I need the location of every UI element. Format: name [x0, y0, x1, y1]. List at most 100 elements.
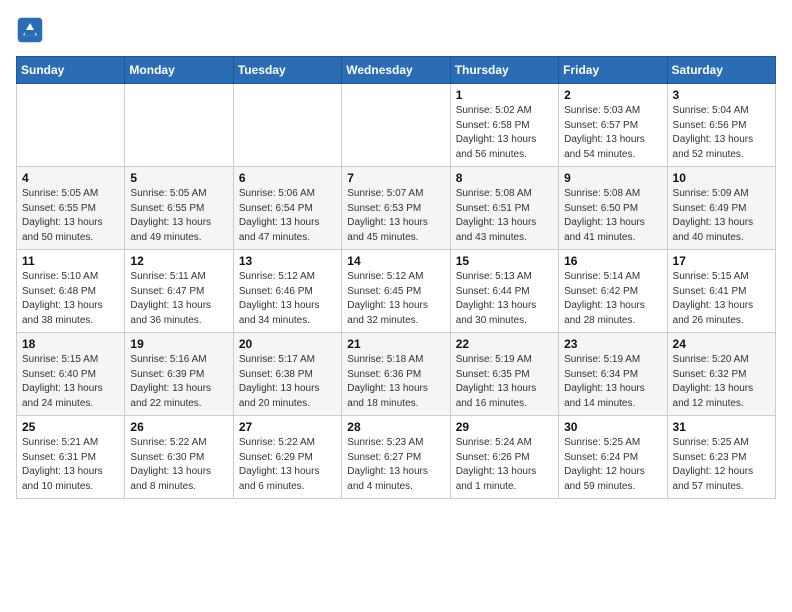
day-number: 26 [130, 420, 227, 434]
day-info: Sunrise: 5:10 AMSunset: 6:48 PMDaylight:… [22, 270, 119, 328]
calendar-cell: 5 Sunrise: 5:05 AMSunset: 6:55 PMDaylight… [125, 167, 233, 250]
day-number: 29 [456, 420, 553, 434]
day-number: 10 [673, 171, 770, 185]
calendar-cell: 14Sunrise: 5:12 AMSunset: 6:45 PMDayligh… [342, 250, 450, 333]
calendar-cell: 7Sunrise: 5:07 AMSunset: 6:53 PMDaylight… [342, 167, 450, 250]
calendar-cell: 27 Sunrise: 5:22 AMSunset: 6:29 PMDayligh… [233, 416, 341, 499]
page-header [16, 16, 776, 44]
day-info: Sunrise: 5:04 AMSunset: 6:56 PMDaylight:… [673, 104, 770, 162]
day-info: Sunrise: 5:22 AMSunset: 6:29 PMDaylight:… [239, 436, 336, 494]
day-info: Sunrise: 5:06 AMSunset: 6:54 PMDaylight:… [239, 187, 336, 245]
day-info: Sunrise: 5:05 AMSunset: 6:55 PMDaylight:… [22, 187, 119, 245]
day-info: Sunrise: 5:02 AMSunset: 6:58 PMDaylight:… [456, 104, 553, 162]
day-number: 13 [239, 254, 336, 268]
day-info: Sunrise: 5:11 AMSunset: 6:47 PMDaylight:… [130, 270, 227, 328]
calendar-cell: 16Sunrise: 5:14 AMSunset: 6:42 PMDayligh… [559, 250, 667, 333]
day-info: Sunrise: 5:14 AMSunset: 6:42 PMDaylight:… [564, 270, 661, 328]
day-number: 27 [239, 420, 336, 434]
header-sunday: Sunday [17, 57, 125, 84]
calendar-cell: 1 Sunrise: 5:02 AMSunset: 6:58 PMDaylight… [450, 84, 558, 167]
day-number: 2 [564, 88, 661, 102]
calendar-cell: 11 Sunrise: 5:10 AMSunset: 6:48 PMDayligh… [17, 250, 125, 333]
calendar-week-row: 25 Sunrise: 5:21 AMSunset: 6:31 PMDayligh… [17, 416, 776, 499]
calendar-week-row: 11 Sunrise: 5:10 AMSunset: 6:48 PMDayligh… [17, 250, 776, 333]
header-tuesday: Tuesday [233, 57, 341, 84]
day-number: 17 [673, 254, 770, 268]
calendar-week-row: 18 Sunrise: 5:15 AMSunset: 6:40 PMDayligh… [17, 333, 776, 416]
calendar-cell: 12 Sunrise: 5:11 AMSunset: 6:47 PMDayligh… [125, 250, 233, 333]
day-number: 30 [564, 420, 661, 434]
day-info: Sunrise: 5:12 AMSunset: 6:46 PMDaylight:… [239, 270, 336, 328]
calendar-cell: 3 Sunrise: 5:04 AMSunset: 6:56 PMDaylight… [667, 84, 775, 167]
day-info: Sunrise: 5:17 AMSunset: 6:38 PMDaylight:… [239, 353, 336, 411]
calendar-cell: 21Sunrise: 5:18 AMSunset: 6:36 PMDayligh… [342, 333, 450, 416]
day-number: 28 [347, 420, 444, 434]
day-info: Sunrise: 5:22 AMSunset: 6:30 PMDaylight:… [130, 436, 227, 494]
calendar-cell: 18 Sunrise: 5:15 AMSunset: 6:40 PMDayligh… [17, 333, 125, 416]
day-info: Sunrise: 5:05 AMSunset: 6:55 PMDaylight:… [130, 187, 227, 245]
calendar-week-row: 1 Sunrise: 5:02 AMSunset: 6:58 PMDaylight… [17, 84, 776, 167]
day-number: 5 [130, 171, 227, 185]
day-number: 22 [456, 337, 553, 351]
day-number: 6 [239, 171, 336, 185]
calendar-cell [342, 84, 450, 167]
day-number: 12 [130, 254, 227, 268]
day-info: Sunrise: 5:16 AMSunset: 6:39 PMDaylight:… [130, 353, 227, 411]
day-number: 21 [347, 337, 444, 351]
day-info: Sunrise: 5:24 AMSunset: 6:26 PMDaylight:… [456, 436, 553, 494]
day-number: 1 [456, 88, 553, 102]
calendar-week-row: 4 Sunrise: 5:05 AMSunset: 6:55 PMDaylight… [17, 167, 776, 250]
day-info: Sunrise: 5:23 AMSunset: 6:27 PMDaylight:… [347, 436, 444, 494]
day-info: Sunrise: 5:09 AMSunset: 6:49 PMDaylight:… [673, 187, 770, 245]
calendar-cell: 19Sunrise: 5:16 AMSunset: 6:39 PMDayligh… [125, 333, 233, 416]
day-number: 25 [22, 420, 119, 434]
calendar-cell: 9Sunrise: 5:08 AMSunset: 6:50 PMDaylight… [559, 167, 667, 250]
day-number: 3 [673, 88, 770, 102]
header-wednesday: Wednesday [342, 57, 450, 84]
calendar-cell: 30 Sunrise: 5:25 AMSunset: 6:24 PMDayligh… [559, 416, 667, 499]
day-number: 8 [456, 171, 553, 185]
calendar-cell [17, 84, 125, 167]
calendar-cell: 31 Sunrise: 5:25 AMSunset: 6:23 PMDayligh… [667, 416, 775, 499]
day-number: 7 [347, 171, 444, 185]
calendar-cell: 4 Sunrise: 5:05 AMSunset: 6:55 PMDaylight… [17, 167, 125, 250]
calendar-cell: 6 Sunrise: 5:06 AMSunset: 6:54 PMDaylight… [233, 167, 341, 250]
calendar-cell: 28 Sunrise: 5:23 AMSunset: 6:27 PMDayligh… [342, 416, 450, 499]
calendar-cell: 29 Sunrise: 5:24 AMSunset: 6:26 PMDayligh… [450, 416, 558, 499]
calendar-cell: 23 Sunrise: 5:19 AMSunset: 6:34 PMDayligh… [559, 333, 667, 416]
calendar-cell: 13 Sunrise: 5:12 AMSunset: 6:46 PMDayligh… [233, 250, 341, 333]
day-number: 11 [22, 254, 119, 268]
day-number: 18 [22, 337, 119, 351]
calendar-cell: 10 Sunrise: 5:09 AMSunset: 6:49 PMDayligh… [667, 167, 775, 250]
day-info: Sunrise: 5:19 AMSunset: 6:35 PMDaylight:… [456, 353, 553, 411]
calendar-cell [233, 84, 341, 167]
day-number: 20 [239, 337, 336, 351]
calendar-cell: 24Sunrise: 5:20 AMSunset: 6:32 PMDayligh… [667, 333, 775, 416]
logo-icon [16, 16, 44, 44]
day-info: Sunrise: 5:20 AMSunset: 6:32 PMDaylight:… [673, 353, 770, 411]
day-info: Sunrise: 5:25 AMSunset: 6:23 PMDaylight:… [673, 436, 770, 494]
day-number: 31 [673, 420, 770, 434]
calendar-cell: 25 Sunrise: 5:21 AMSunset: 6:31 PMDayligh… [17, 416, 125, 499]
day-number: 23 [564, 337, 661, 351]
day-info: Sunrise: 5:12 AMSunset: 6:45 PMDaylight:… [347, 270, 444, 328]
day-info: Sunrise: 5:03 AMSunset: 6:57 PMDaylight:… [564, 104, 661, 162]
day-info: Sunrise: 5:15 AMSunset: 6:40 PMDaylight:… [22, 353, 119, 411]
day-info: Sunrise: 5:19 AMSunset: 6:34 PMDaylight:… [564, 353, 661, 411]
calendar-header-row: SundayMondayTuesdayWednesdayThursdayFrid… [17, 57, 776, 84]
calendar-cell: 2 Sunrise: 5:03 AMSunset: 6:57 PMDaylight… [559, 84, 667, 167]
calendar-cell: 15Sunrise: 5:13 AMSunset: 6:44 PMDayligh… [450, 250, 558, 333]
day-info: Sunrise: 5:25 AMSunset: 6:24 PMDaylight:… [564, 436, 661, 494]
day-number: 15 [456, 254, 553, 268]
calendar-cell: 20 Sunrise: 5:17 AMSunset: 6:38 PMDayligh… [233, 333, 341, 416]
header-monday: Monday [125, 57, 233, 84]
day-info: Sunrise: 5:21 AMSunset: 6:31 PMDaylight:… [22, 436, 119, 494]
calendar-cell: 8 Sunrise: 5:08 AMSunset: 6:51 PMDaylight… [450, 167, 558, 250]
calendar-cell: 17 Sunrise: 5:15 AMSunset: 6:41 PMDayligh… [667, 250, 775, 333]
day-info: Sunrise: 5:15 AMSunset: 6:41 PMDaylight:… [673, 270, 770, 328]
day-number: 4 [22, 171, 119, 185]
day-info: Sunrise: 5:08 AMSunset: 6:50 PMDaylight:… [564, 187, 661, 245]
header-thursday: Thursday [450, 57, 558, 84]
logo [16, 16, 48, 44]
day-info: Sunrise: 5:08 AMSunset: 6:51 PMDaylight:… [456, 187, 553, 245]
